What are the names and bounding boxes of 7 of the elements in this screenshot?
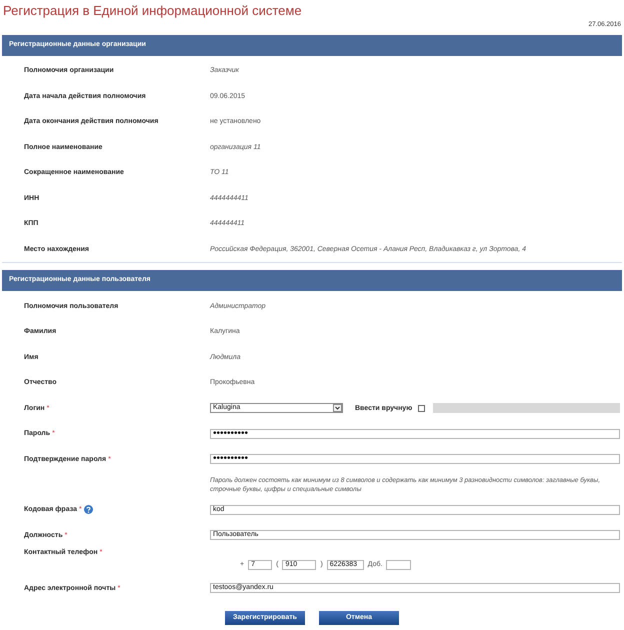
phone-field[interactable] bbox=[386, 560, 412, 570]
dropdown-caret-icon bbox=[333, 404, 342, 412]
manual-entry-checkbox[interactable] bbox=[418, 404, 426, 412]
password-field[interactable]: •••••••••• bbox=[210, 454, 620, 464]
page-title: Регистрация в Единой информационной системе bbox=[3, 2, 303, 19]
manual-login-field[interactable] bbox=[433, 403, 620, 414]
password-field[interactable]: •••••••••• bbox=[210, 428, 620, 439]
